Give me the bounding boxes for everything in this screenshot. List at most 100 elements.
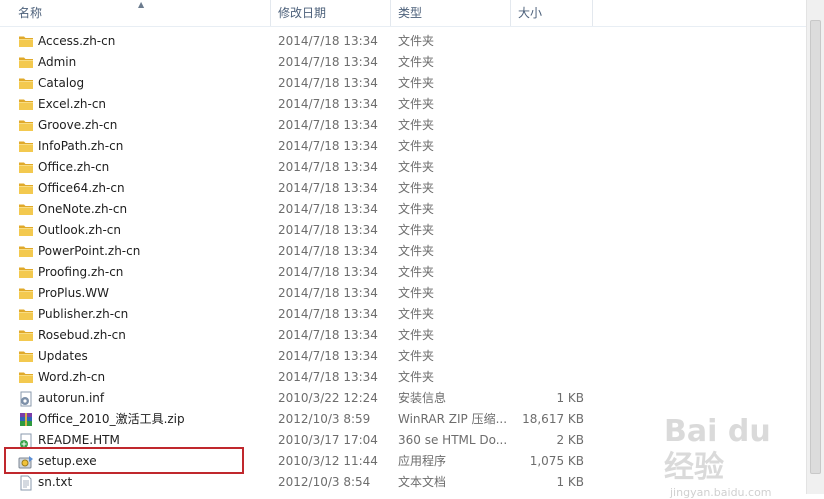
folder-icon xyxy=(18,73,34,94)
file-type: 文件夹 xyxy=(398,286,435,300)
sort-ascending-icon: ▲ xyxy=(138,0,145,9)
vertical-scrollbar[interactable] xyxy=(806,0,824,494)
folder-icon xyxy=(18,31,34,52)
file-date: 2014/7/18 13:34 xyxy=(278,160,378,174)
file-date: 2014/7/18 13:34 xyxy=(278,328,378,342)
folder-icon xyxy=(18,367,34,388)
file-row[interactable]: Office64.zh-cn 2014/7/18 13:34 文件夹 xyxy=(0,178,806,199)
file-type: 文本文档 xyxy=(398,475,447,489)
file-row[interactable]: OneNote.zh-cn 2014/7/18 13:34 文件夹 xyxy=(0,199,806,220)
file-row[interactable]: Office_2010_激活工具.zip 2012/10/3 8:59 WinRAR… xyxy=(0,409,806,430)
file-size: 1 KB xyxy=(556,475,584,489)
file-row[interactable]: Catalog 2014/7/18 13:34 文件夹 xyxy=(0,73,806,94)
column-separator[interactable] xyxy=(592,0,593,26)
folder-icon xyxy=(18,199,34,220)
file-type: 文件夹 xyxy=(398,55,435,69)
file-date: 2014/7/18 13:34 xyxy=(278,223,378,237)
file-type: 文件夹 xyxy=(398,244,435,258)
file-row[interactable]: ProPlus.WW 2014/7/18 13:34 文件夹 xyxy=(0,283,806,304)
folder-icon xyxy=(18,157,34,178)
file-name: ProPlus.WW xyxy=(38,286,110,300)
file-date: 2014/7/18 13:34 xyxy=(278,34,378,48)
folder-icon xyxy=(18,136,34,157)
file-row[interactable]: autorun.inf 2010/3/22 12:24 安装信息 1 KB xyxy=(0,388,806,409)
file-type: 文件夹 xyxy=(398,97,435,111)
file-date: 2014/7/18 13:34 xyxy=(278,265,378,279)
column-separator[interactable] xyxy=(390,0,391,26)
folder-icon xyxy=(18,325,34,346)
file-row[interactable]: InfoPath.zh-cn 2014/7/18 13:34 文件夹 xyxy=(0,136,806,157)
setup-info-icon xyxy=(18,388,34,409)
file-name: InfoPath.zh-cn xyxy=(38,139,124,153)
file-type: 文件夹 xyxy=(398,76,435,90)
file-date: 2014/7/18 13:34 xyxy=(278,118,378,132)
file-name: PowerPoint.zh-cn xyxy=(38,244,141,258)
file-row[interactable]: Admin 2014/7/18 13:34 文件夹 xyxy=(0,52,806,73)
folder-icon xyxy=(18,262,34,283)
file-type: 文件夹 xyxy=(398,160,435,174)
file-type: 文件夹 xyxy=(398,34,435,48)
file-row[interactable]: Publisher.zh-cn 2014/7/18 13:34 文件夹 xyxy=(0,304,806,325)
file-row[interactable]: Office.zh-cn 2014/7/18 13:34 文件夹 xyxy=(0,157,806,178)
file-row[interactable]: Rosebud.zh-cn 2014/7/18 13:34 文件夹 xyxy=(0,325,806,346)
file-date: 2012/10/3 8:54 xyxy=(278,475,371,489)
file-type: 文件夹 xyxy=(398,139,435,153)
file-date: 2014/7/18 13:34 xyxy=(278,349,378,363)
file-row[interactable]: Outlook.zh-cn 2014/7/18 13:34 文件夹 xyxy=(0,220,806,241)
folder-icon xyxy=(18,346,34,367)
file-type: 安装信息 xyxy=(398,391,447,405)
file-row[interactable]: Proofing.zh-cn 2014/7/18 13:34 文件夹 xyxy=(0,262,806,283)
file-row[interactable]: Updates 2014/7/18 13:34 文件夹 xyxy=(0,346,806,367)
file-row[interactable]: sn.txt 2012/10/3 8:54 文本文档 1 KB xyxy=(0,472,806,493)
folder-icon xyxy=(18,52,34,73)
file-date: 2010/3/22 12:24 xyxy=(278,391,378,405)
file-row[interactable]: PowerPoint.zh-cn 2014/7/18 13:34 文件夹 xyxy=(0,241,806,262)
file-name: Rosebud.zh-cn xyxy=(38,328,126,342)
highlight-annotation xyxy=(4,447,244,474)
folder-icon xyxy=(18,220,34,241)
file-name: Proofing.zh-cn xyxy=(38,265,124,279)
winrar-archive-icon xyxy=(18,409,34,430)
file-date: 2010/3/12 11:44 xyxy=(278,454,378,468)
column-header-date[interactable]: 修改日期 xyxy=(272,0,390,26)
column-separator[interactable] xyxy=(270,0,271,26)
column-header-type[interactable]: 类型 xyxy=(392,0,510,26)
file-name: Office.zh-cn xyxy=(38,160,110,174)
file-type: 文件夹 xyxy=(398,223,435,237)
file-row[interactable]: Access.zh-cn 2014/7/18 13:34 文件夹 xyxy=(0,31,806,52)
file-name: Office64.zh-cn xyxy=(38,181,125,195)
file-name: Updates xyxy=(38,349,88,363)
folder-icon xyxy=(18,304,34,325)
file-type: 360 se HTML Do... xyxy=(398,433,506,447)
file-date: 2012/10/3 8:59 xyxy=(278,412,371,426)
folder-icon xyxy=(18,283,34,304)
file-type: 文件夹 xyxy=(398,370,435,384)
file-date: 2014/7/18 13:34 xyxy=(278,244,378,258)
file-name: Access.zh-cn xyxy=(38,34,116,48)
column-separator[interactable] xyxy=(510,0,511,26)
column-header-bar: 名称 ▲ 修改日期 类型 大小 xyxy=(0,0,806,27)
column-header-size[interactable]: 大小 xyxy=(512,0,592,26)
file-type: 文件夹 xyxy=(398,265,435,279)
file-name: OneNote.zh-cn xyxy=(38,202,128,216)
file-name: autorun.inf xyxy=(38,391,105,405)
file-name: Publisher.zh-cn xyxy=(38,307,129,321)
file-type: 应用程序 xyxy=(398,454,447,468)
file-size: 2 KB xyxy=(556,433,584,447)
file-date: 2014/7/18 13:34 xyxy=(278,97,378,111)
file-row[interactable]: Excel.zh-cn 2014/7/18 13:34 文件夹 xyxy=(0,94,806,115)
file-type: 文件夹 xyxy=(398,307,435,321)
folder-icon xyxy=(18,241,34,262)
file-date: 2014/7/18 13:34 xyxy=(278,181,378,195)
file-date: 2014/7/18 13:34 xyxy=(278,55,378,69)
file-type: 文件夹 xyxy=(398,202,435,216)
file-date: 2014/7/18 13:34 xyxy=(278,76,378,90)
text-file-icon xyxy=(18,472,34,493)
file-row[interactable]: Groove.zh-cn 2014/7/18 13:34 文件夹 xyxy=(0,115,806,136)
file-row[interactable]: Word.zh-cn 2014/7/18 13:34 文件夹 xyxy=(0,367,806,388)
file-date: 2014/7/18 13:34 xyxy=(278,307,378,321)
file-name: Admin xyxy=(38,55,77,69)
file-date: 2014/7/18 13:34 xyxy=(278,286,378,300)
scrollbar-thumb[interactable] xyxy=(810,20,821,474)
folder-icon xyxy=(18,178,34,199)
